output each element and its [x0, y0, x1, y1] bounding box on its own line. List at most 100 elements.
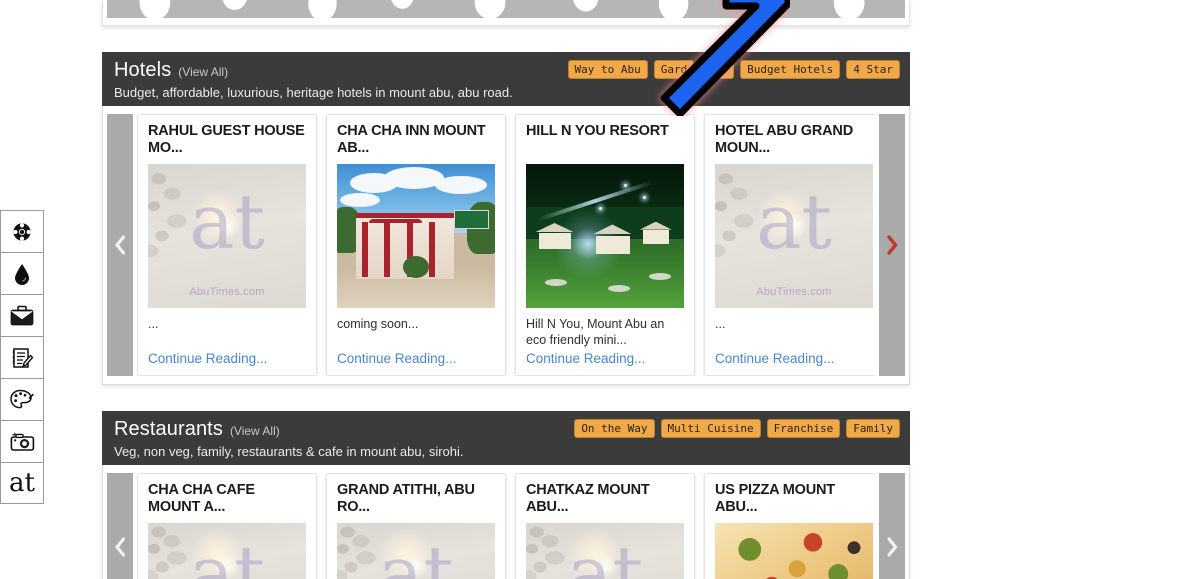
hotels-tag-1[interactable]: Gard [653, 60, 695, 79]
rail-item-camera[interactable]: r [0, 420, 44, 462]
notepad-pencil-icon [10, 347, 34, 369]
hotel-card-0-title: RAHUL GUEST HOUSE MO... [148, 123, 305, 157]
restaurants-next-button[interactable] [879, 473, 905, 579]
chevron-left-icon [115, 235, 126, 255]
photo-cottage [595, 236, 630, 254]
hotels-card-list: RAHUL GUEST HOUSE MO... at AbuTimes.com … [137, 114, 875, 376]
photo-night-sky [526, 164, 684, 208]
hotel-card-0[interactable]: RAHUL GUEST HOUSE MO... at AbuTimes.com … [137, 114, 317, 376]
camera-icon [10, 432, 35, 452]
hotels-subtitle: Budget, affordable, luxurious, heritage … [114, 85, 513, 100]
watermark-at-logo: at [567, 528, 643, 579]
restaurant-card-0-thumbnail[interactable]: at [148, 523, 306, 579]
restaurants-tag-row: On the Way Multi Cuisine Franchise Famil… [574, 419, 900, 438]
restaurants-title: Restaurants [114, 418, 223, 440]
restaurants-header: Restaurants (View All) Veg, non veg, fam… [102, 411, 910, 465]
hotels-view-all-link[interactable]: (View All) [178, 65, 228, 79]
left-icon-rail: r [0, 210, 44, 504]
briefcase-icon [10, 305, 34, 326]
hotel-card-3-continue-link[interactable]: Continue Reading... [715, 351, 873, 366]
restaurants-prev-button[interactable] [107, 473, 133, 579]
rail-item-droplet[interactable]: r [0, 252, 44, 294]
restaurant-card-2-thumbnail[interactable]: at [526, 523, 684, 579]
page-root: r [0, 0, 1200, 579]
photo-cloud [434, 175, 487, 194]
watermark-at-logo: at [189, 528, 265, 579]
palette-icon [10, 389, 34, 410]
hotel-card-2-thumbnail[interactable] [526, 164, 684, 308]
photo-garden-table [608, 284, 631, 292]
droplet-icon [13, 263, 31, 285]
hotel-card-3-thumbnail[interactable]: at AbuTimes.com [715, 164, 873, 309]
hotels-header: Hotels (View All) Budget, affordable, lu… [102, 52, 910, 106]
abutimes-at-logo-icon: at [9, 468, 35, 498]
watermark-at-logo: at [189, 177, 265, 267]
photo-cottage [642, 230, 669, 245]
hotel-card-1-continue-link[interactable]: Continue Reading... [337, 351, 495, 366]
hotels-tag-3[interactable]: Budget Hotels [740, 60, 841, 79]
chevron-right-icon [887, 235, 898, 255]
hotels-tag-0[interactable]: Way to Abu [567, 60, 648, 79]
hotel-card-2-description: Hill N You, Mount Abu an eco friendly mi… [526, 317, 665, 347]
rail-item-notepad[interactable] [0, 336, 44, 378]
hotels-prev-button[interactable] [107, 114, 133, 376]
hotel-card-0-thumbnail[interactable]: at AbuTimes.com [148, 164, 306, 309]
section-gap-mid [96, 385, 916, 411]
hotel-card-0-description: ... [148, 317, 159, 332]
hotel-card-3[interactable]: HOTEL ABU GRAND MOUN... at AbuTimes.com … [704, 114, 875, 376]
hotel-card-1[interactable]: CHA CHA INN MOUNT AB... coming soon... C… [326, 114, 506, 376]
hotels-tag-2[interactable]: eat [700, 60, 735, 79]
chevron-left-icon [115, 537, 126, 557]
restaurant-card-0[interactable]: CHA CHA CAFE MOUNT A... at [137, 473, 317, 579]
rail-item-settings[interactable] [0, 210, 44, 252]
watermark-at-logo: at [378, 528, 454, 579]
photo-cloud [340, 193, 381, 208]
restaurant-card-1[interactable]: GRAND ATITHI, ABU RO... at [326, 473, 506, 579]
hotel-card-3-title: HOTEL ABU GRAND MOUN... [715, 123, 853, 157]
restaurant-card-3[interactable]: US PIZZA MOUNT ABU... [704, 473, 875, 579]
photo-building-stripe [428, 221, 435, 277]
hotel-card-2-continue-link[interactable]: Continue Reading... [526, 351, 684, 366]
chevron-right-icon [887, 537, 898, 557]
restaurant-card-3-thumbnail[interactable] [715, 523, 873, 579]
restaurants-tag-3[interactable]: Family [846, 419, 900, 438]
hotel-card-1-description: coming soon... [337, 317, 419, 332]
photo-building-stripe [362, 221, 369, 277]
photo-cottage-roof [639, 221, 672, 230]
restaurant-card-0-title: CHA CHA CAFE MOUNT A... [148, 482, 255, 516]
hotel-card-1-title: CHA CHA INN MOUNT AB... [337, 123, 486, 157]
hotel-card-2-title: HILL N YOU RESORT [526, 123, 669, 139]
restaurant-card-2[interactable]: CHATKAZ MOUNT ABU... at [515, 473, 695, 579]
section-gap-top [96, 26, 916, 52]
restaurants-card-list: CHA CHA CAFE MOUNT A... at GRAND ATITHI,… [137, 473, 875, 579]
restaurants-subtitle: Veg, non veg, family, restaurants & cafe… [114, 444, 464, 459]
restaurants-tag-2[interactable]: Franchise [766, 419, 841, 438]
restaurant-card-1-thumbnail[interactable]: at [337, 523, 495, 579]
hotel-card-1-thumbnail[interactable] [337, 164, 495, 309]
hotels-next-button[interactable] [879, 114, 905, 376]
hotels-title: Hotels [114, 59, 172, 81]
photo-building-stripe [355, 213, 454, 219]
section-restaurants: Restaurants (View All) Veg, non veg, fam… [102, 411, 910, 579]
rail-item-briefcase[interactable] [0, 294, 44, 336]
photo-cottage [538, 233, 571, 250]
settings-flower-icon [12, 222, 32, 242]
restaurants-view-all-link[interactable]: (View All) [230, 424, 280, 438]
hotel-card-3-description: ... [715, 317, 726, 332]
restaurants-tag-0[interactable]: On the Way [574, 419, 655, 438]
hotels-carousel: RAHUL GUEST HOUSE MO... at AbuTimes.com … [102, 106, 910, 385]
restaurant-card-2-title: CHATKAZ MOUNT ABU... [526, 482, 650, 516]
hotel-card-2[interactable]: HILL N YOU RESORT Hill N You, Mount Abu … [515, 114, 695, 376]
hotels-tag-4[interactable]: 4 Star [846, 60, 900, 79]
watermark-text: AbuTimes.com [756, 286, 832, 299]
restaurants-tag-1[interactable]: Multi Cuisine [660, 419, 761, 438]
main-content-column: Starting @ ₹ 0/- Hotels (View All) Budge… [96, 0, 916, 579]
hotel-card-0-continue-link[interactable]: Continue Reading... [148, 351, 306, 366]
photo-arch [368, 218, 423, 223]
restaurant-card-3-title: US PIZZA MOUNT ABU... [715, 482, 835, 516]
photo-building-stripe [384, 221, 391, 277]
rail-item-abutimes-logo[interactable]: e at [0, 462, 44, 504]
top-banner-strip[interactable]: Starting @ ₹ 0/- [102, 0, 910, 26]
watermark-text: AbuTimes.com [189, 286, 265, 299]
rail-item-palette[interactable] [0, 378, 44, 420]
